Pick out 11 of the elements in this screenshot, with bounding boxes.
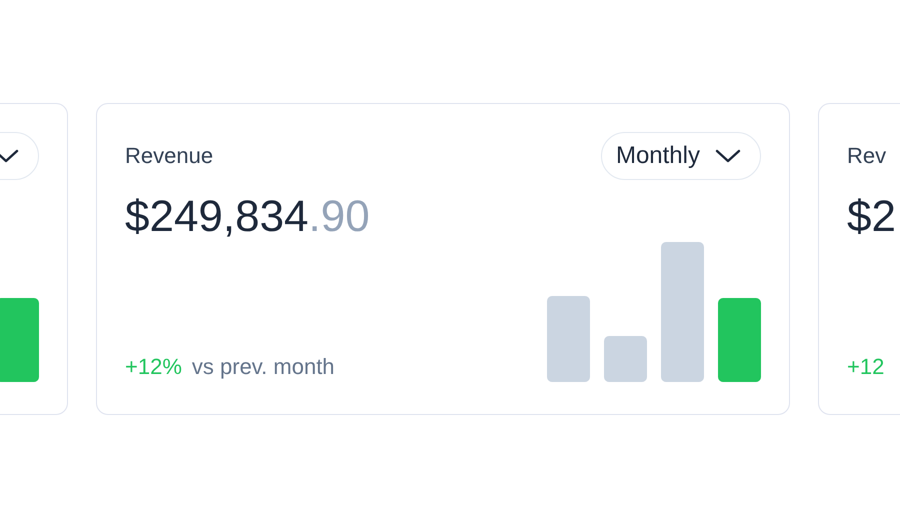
change-percent: +12 (847, 354, 884, 380)
card-title: Revenue (125, 143, 214, 169)
chevron-down-icon (0, 148, 20, 164)
revenue-amount: $249,834.90 (125, 192, 371, 242)
chevron-down-icon (714, 148, 742, 164)
comparison-text: vs prev. month (192, 354, 335, 380)
change-percent: +12% (125, 354, 182, 380)
bar (604, 336, 647, 382)
revenue-amount: $2 (847, 192, 897, 242)
period-dropdown[interactable]: Monthly (600, 132, 761, 180)
card-title: Rev (847, 143, 886, 169)
